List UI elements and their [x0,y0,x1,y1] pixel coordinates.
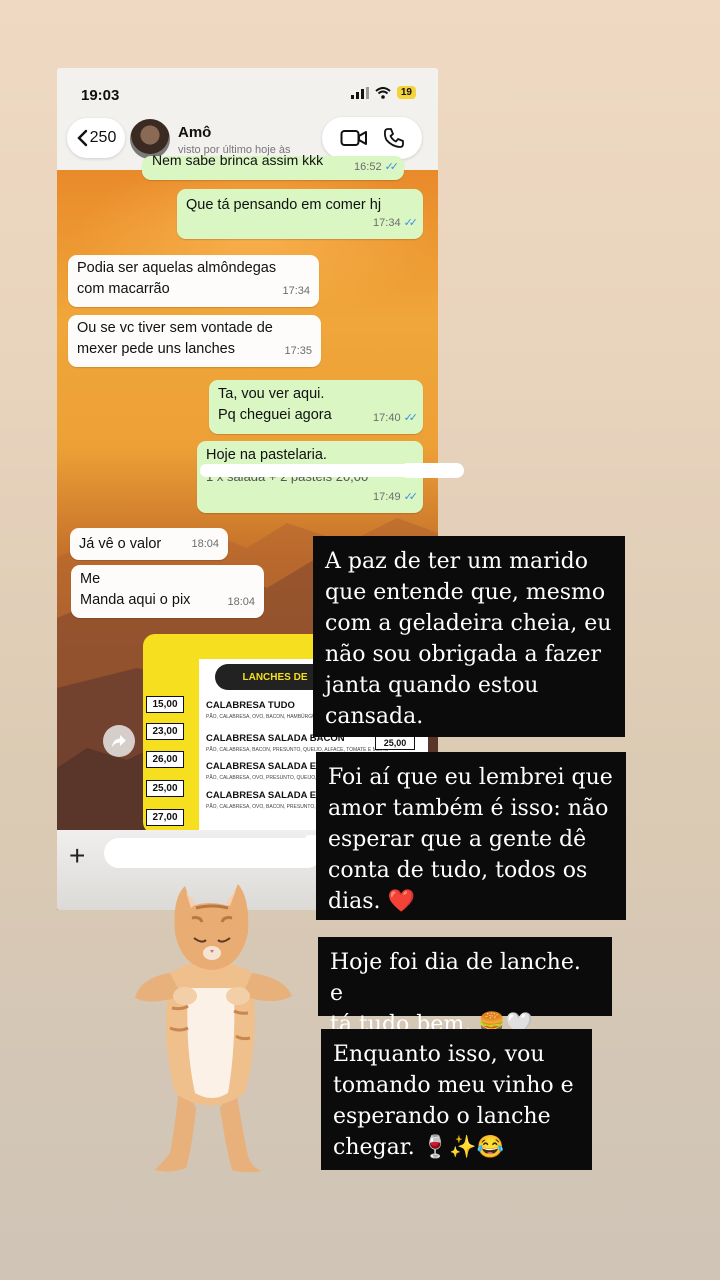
caption-line: janta quando estou [325,673,539,698]
status-time: 19:03 [81,87,120,104]
contact-name[interactable]: Amô [178,124,211,141]
video-call-icon[interactable] [340,128,368,148]
caption-block: Enquanto isso, vou tomando meu vinho e e… [321,1029,592,1170]
caption-line: dias. ❤️ [328,889,415,914]
menu-price: 15,00 [146,696,184,713]
message-bubble-incoming[interactable]: Ou se vc tiver sem vontade de mexer pede… [68,315,321,367]
menu-price-tag: 25,00 [375,736,415,750]
attach-plus-icon[interactable]: + [69,840,85,872]
message-text-line: Ta, vou ver aqui. [218,386,325,402]
unread-count: 250 [89,129,117,146]
call-actions [322,117,422,159]
read-ticks-icon: ✓✓ [403,491,419,503]
message-text: Nem sabe brinca assim kkk [152,152,324,168]
read-ticks-icon: ✓✓ [403,217,419,229]
forward-button[interactable] [103,725,135,757]
caption-line: amor também é isso: não [328,796,609,821]
message-bubble-outgoing[interactable]: Que tá pensando em comer hj 17:34 ✓✓ [177,189,423,239]
message-bubble-outgoing[interactable]: Hoje na pastelaria. 1 x salada + 2 paste… [197,441,423,513]
caption-line: chegar. 🍷✨😂 [333,1135,504,1160]
back-button[interactable]: 250 [67,118,125,158]
message-time: 18:04 [227,596,255,608]
caption-line: esperando o lanche [333,1104,551,1129]
message-text-line: mexer pede uns lanches [77,341,235,357]
message-text-line: Podia ser aquelas almôndegas [77,260,277,276]
caption-line: Enquanto isso, vou [333,1042,545,1067]
caption-line: Foi aí que eu lembrei que [328,765,613,790]
message-bubble-outgoing[interactable]: Nem sabe brinca assim kkk 16:52 ✓✓ [142,152,404,180]
menu-price: 23,00 [146,723,184,740]
caption-line: tomando meu vinho e [333,1073,574,1098]
forward-icon [112,735,126,747]
redaction-mark [400,463,464,478]
menu-item-name: CALABRESA SALADA EGG [206,761,331,772]
phone-call-icon[interactable] [383,127,405,149]
message-time: 17:35 [284,345,312,357]
caption-line: esperar que a gente dê [328,827,587,852]
battery-level: 19 [396,86,416,99]
message-text-line: Me [80,571,101,587]
caption-block: Hoje foi dia de lanche. e tá tudo bem. 🍔… [318,937,612,1037]
message-bubble-incoming[interactable]: Me Manda aqui o pix 18:04 [71,565,264,618]
caption-block: Foi aí que eu lembrei que amor também é … [316,752,626,920]
message-text: Já vê o valor [79,536,162,552]
message-bubble-incoming[interactable]: Podia ser aquelas almôndegas com macarrã… [68,255,319,307]
message-text-line: Hoje na pastelaria. [206,447,327,463]
dancing-cat-sticker [135,884,292,1173]
message-time: 17:40 [373,412,401,424]
chevron-left-icon [76,129,87,147]
read-ticks-icon: ✓✓ [403,412,419,424]
signal-icon [350,86,369,99]
message-time: 18:04 [191,538,219,550]
menu-item-name: CALABRESA TUDO [206,700,295,711]
caption-block: A paz de ter um marido que entende que, … [313,536,625,737]
menu-price: 27,00 [146,809,184,826]
read-ticks-icon: ✓✓ [384,161,400,173]
message-time: 16:52 [354,161,382,173]
message-bubble-outgoing[interactable]: Ta, vou ver aqui. Pq cheguei agora 17:40… [209,380,423,434]
caption-line: que entende que, mesmo [325,580,606,605]
message-text-line: Ou se vc tiver sem vontade de [77,320,273,336]
message-input[interactable] [104,838,322,868]
menu-price: 26,00 [146,751,184,768]
caption-line: com a geladeira cheia, eu [325,611,612,636]
caption-line: Hoje foi dia de lanche. e [330,950,581,1006]
message-bubble-incoming[interactable]: Já vê o valor 18:04 [70,528,228,560]
caption-line: não sou obrigada a fazer [325,642,601,667]
message-text-line: com macarrão [77,281,170,297]
message-time: 17:34 [373,217,401,229]
caption-line: cansada. [325,704,424,729]
message-time: 17:34 [282,285,310,297]
message-text: Que tá pensando em comer hj [186,197,382,213]
wifi-icon [375,86,391,99]
message-time: 17:49 [373,491,401,503]
caption-line: A paz de ter um marido [325,549,589,574]
caption-line: conta de tudo, todos os [328,858,588,883]
menu-price: 25,00 [146,780,184,797]
